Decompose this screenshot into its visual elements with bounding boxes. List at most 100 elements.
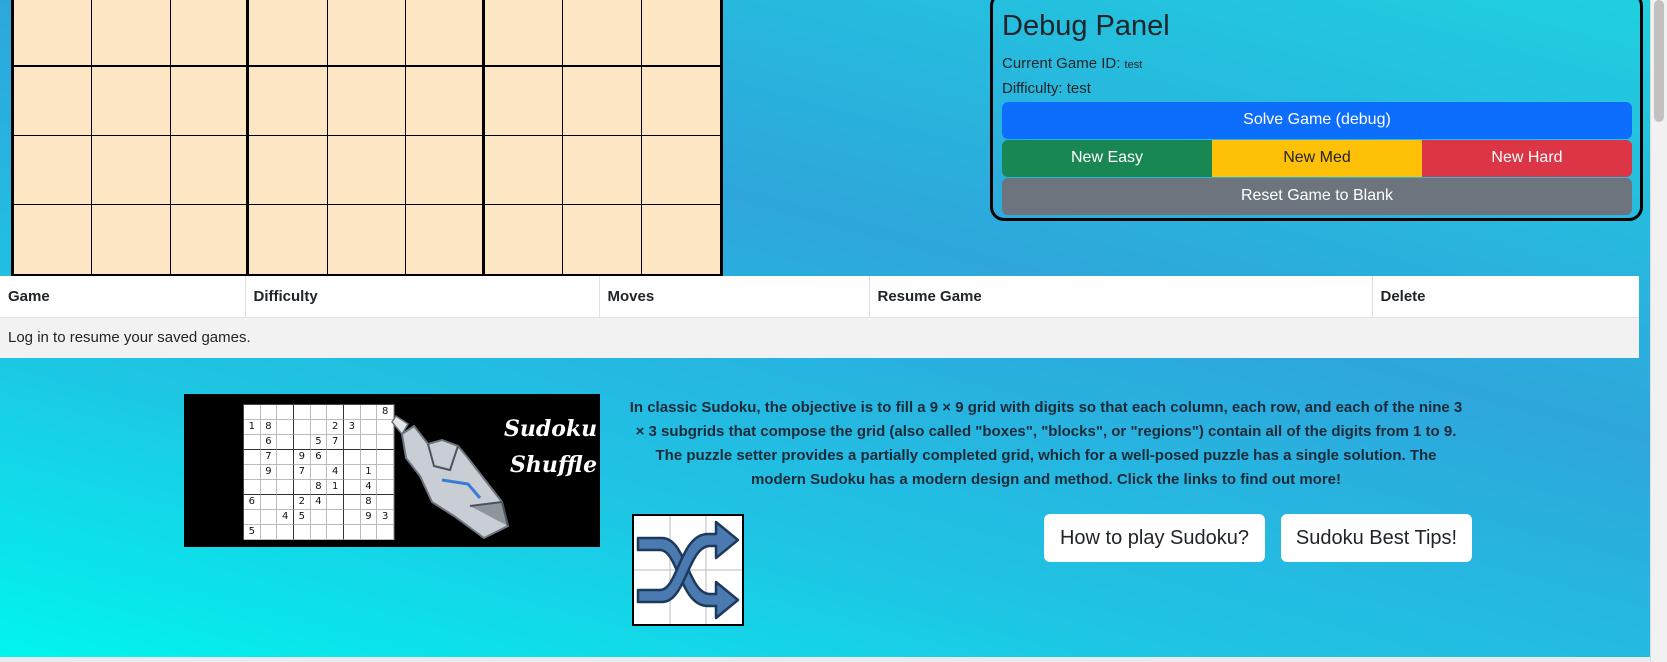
sudoku-cell[interactable]	[92, 205, 171, 274]
banner-grid-cell	[260, 510, 278, 525]
debug-panel: Debug Panel Current Game ID: test Diffic…	[990, 0, 1643, 221]
sudoku-cell[interactable]	[641, 0, 720, 67]
sudoku-cell[interactable]	[249, 205, 328, 274]
sudoku-cell[interactable]	[563, 205, 642, 274]
difficulty-text: Difficulty: test	[1002, 79, 1091, 97]
banner-grid-cell	[343, 405, 361, 420]
sudoku-cell[interactable]	[563, 0, 642, 67]
banner-grid-cell	[277, 465, 294, 480]
current-game-id: Current Game ID: test	[1002, 52, 1631, 77]
sudoku-cell[interactable]	[641, 205, 720, 274]
shuffle-logo	[632, 514, 744, 626]
sudoku-cell[interactable]	[563, 67, 642, 136]
banner-grid-cell	[244, 450, 261, 465]
banner-grid-cell	[277, 480, 294, 495]
reset-game-button[interactable]: Reset Game to Blank	[1002, 177, 1632, 215]
banner-grid-cell: 2	[293, 495, 311, 510]
new-easy-button[interactable]: New Easy	[1002, 139, 1212, 177]
solve-game-button[interactable]: Solve Game (debug)	[1002, 101, 1632, 139]
banner-grid-cell: 8	[260, 420, 278, 435]
banner-grid-cell: 1	[360, 465, 378, 480]
new-hard-button[interactable]: New Hard	[1422, 139, 1632, 177]
banner-grid-cell	[343, 510, 361, 525]
sudoku-cell[interactable]	[249, 67, 328, 136]
banner-grid-cell	[343, 465, 361, 480]
banner-grid-cell: 4	[310, 495, 328, 510]
banner-grid-cell	[343, 480, 361, 495]
banner-grid-cell	[260, 480, 278, 495]
column-header-moves: Moves	[599, 276, 870, 318]
sudoku-cell[interactable]	[563, 136, 642, 205]
best-tips-link[interactable]: Sudoku Best Tips!	[1281, 514, 1472, 562]
page-bottom-edge	[0, 657, 1650, 662]
banner-grid-cell	[310, 465, 328, 480]
sudoku-cell[interactable]	[641, 136, 720, 205]
how-to-play-link[interactable]: How to play Sudoku?	[1044, 514, 1265, 562]
banner-grid-cell	[244, 465, 261, 480]
sudoku-board	[11, 0, 723, 277]
banner-grid-cell: 6	[244, 495, 261, 510]
column-header-game: Game	[0, 276, 246, 318]
banner-grid-cell: 5	[293, 510, 311, 525]
banner-grid-cell	[360, 435, 378, 450]
banner-grid-cell: 7	[293, 465, 311, 480]
vertical-scrollbar[interactable]	[1650, 0, 1667, 662]
sudoku-cell[interactable]	[406, 205, 485, 274]
sudoku-cell[interactable]	[249, 0, 328, 67]
banner-grid-cell	[343, 450, 361, 465]
sudoku-description: In classic Sudoku, the objective is to f…	[629, 399, 1463, 488]
sudoku-cell[interactable]	[14, 0, 93, 67]
banner-grid-cell	[244, 405, 261, 420]
game-id-label: Current Game ID:	[1002, 54, 1121, 72]
sudoku-cell[interactable]	[484, 136, 564, 205]
sudoku-cell[interactable]	[92, 67, 171, 136]
banner-grid-cell: 8	[360, 495, 378, 510]
sudoku-cell[interactable]	[14, 67, 93, 136]
sudoku-cell[interactable]	[641, 67, 720, 136]
sudoku-cell[interactable]	[92, 136, 171, 205]
sudoku-cell[interactable]	[170, 67, 250, 136]
banner-grid-cell: 8	[310, 480, 328, 495]
sudoku-cell[interactable]	[406, 0, 485, 67]
game-id-value: test	[1124, 58, 1143, 71]
banner-grid-cell	[244, 480, 261, 495]
sudoku-cell[interactable]	[170, 205, 250, 274]
banner-grid-cell: 5	[310, 435, 328, 450]
banner-grid-cell	[293, 405, 311, 420]
sudoku-cell[interactable]	[249, 136, 328, 205]
banner-grid-cell	[343, 525, 361, 540]
sudoku-cell[interactable]	[327, 136, 407, 205]
banner-grid-cell	[343, 435, 361, 450]
banner-grid-cell: 7	[327, 435, 344, 450]
banner-grid-cell	[293, 435, 311, 450]
sudoku-cell[interactable]	[327, 205, 407, 274]
sudoku-cell[interactable]	[14, 136, 93, 205]
banner-grid-cell: 9	[293, 450, 311, 465]
sudoku-cell[interactable]	[170, 0, 250, 67]
scrollbar-thumb[interactable]	[1654, 0, 1664, 122]
banner-grid-cell	[293, 420, 311, 435]
sudoku-cell[interactable]	[327, 0, 407, 67]
new-med-button[interactable]: New Med	[1212, 139, 1422, 177]
sudoku-cell[interactable]	[92, 0, 171, 67]
sudoku-cell[interactable]	[327, 67, 407, 136]
shuffle-icon	[634, 516, 742, 624]
banner-grid-cell	[310, 405, 328, 420]
banner-grid-cell	[293, 480, 311, 495]
banner-grid-cell: 4	[277, 510, 294, 525]
sudoku-cell[interactable]	[484, 67, 564, 136]
banner-grid-cell	[277, 450, 294, 465]
robot-hand-icon	[391, 414, 510, 540]
banner-grid-cell: 1	[244, 420, 261, 435]
sudoku-cell[interactable]	[170, 136, 250, 205]
sudoku-cell[interactable]	[484, 0, 564, 67]
sudoku-cell[interactable]	[406, 67, 485, 136]
banner-grid-cell	[327, 510, 344, 525]
banner-grid-cell	[327, 495, 344, 510]
empty-games-message: Log in to resume your saved games.	[0, 317, 1639, 358]
banner-grid-cell	[327, 450, 344, 465]
sudoku-cell[interactable]	[484, 205, 564, 274]
sudoku-cell[interactable]	[406, 136, 485, 205]
sudoku-cell[interactable]	[14, 205, 93, 274]
banner-grid-cell: 9	[360, 510, 378, 525]
